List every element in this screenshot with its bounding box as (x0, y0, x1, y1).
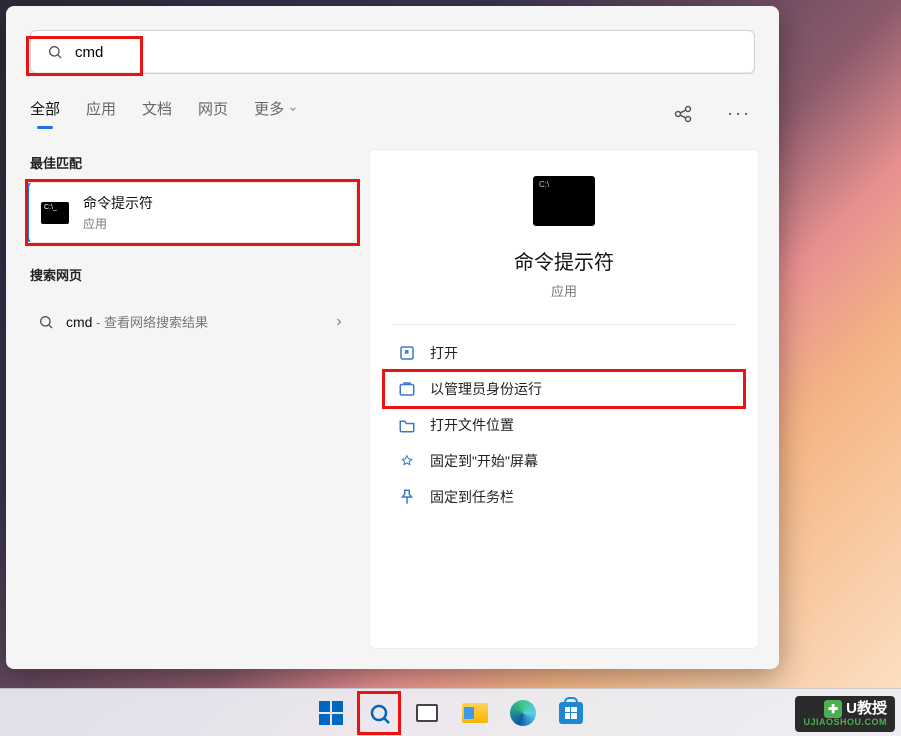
action-open[interactable]: 打开 (392, 335, 736, 371)
share-icon[interactable] (669, 100, 697, 128)
cmd-app-icon: C:\_ (41, 202, 69, 224)
pin-icon (398, 452, 416, 470)
search-icon (47, 44, 63, 60)
search-panel: 全部 应用 文档 网页 更多 ··· 最佳匹配 C:\_ 命令提示符 应用 (6, 6, 779, 669)
task-view-button[interactable] (407, 693, 447, 733)
action-admin-label: 以管理员身份运行 (430, 379, 542, 399)
action-pin-start-label: 固定到"开始"屏幕 (430, 451, 538, 471)
content-row: 最佳匹配 C:\_ 命令提示符 应用 搜索网页 cmd - 查看网络搜索结果 (6, 129, 779, 669)
taskbar (0, 688, 901, 736)
edge-icon (510, 700, 536, 726)
search-bar-container (6, 6, 779, 74)
watermark-url: UJIAOSHOU.COM (803, 718, 887, 728)
tab-web[interactable]: 网页 (198, 98, 228, 129)
chevron-right-icon (333, 316, 345, 328)
result-texts: 命令提示符 应用 (83, 193, 153, 232)
result-title: 命令提示符 (83, 193, 153, 213)
web-search-result[interactable]: cmd - 查看网络搜索结果 (26, 298, 357, 346)
preview-app-icon: C:\ (533, 176, 595, 226)
admin-icon (398, 380, 416, 398)
best-match-label: 最佳匹配 (30, 153, 357, 172)
more-options-icon[interactable]: ··· (723, 99, 755, 128)
result-subtitle: 应用 (83, 215, 153, 232)
search-icon (368, 702, 390, 724)
preview-pane: C:\ 命令提示符 应用 打开 以管理员身份运行 (369, 149, 759, 649)
action-open-location[interactable]: 打开文件位置 (392, 407, 736, 443)
tab-more[interactable]: 更多 (254, 98, 298, 129)
highlight-box-result (25, 179, 360, 246)
watermark-badge-icon: ✚ (824, 700, 842, 718)
action-pin-start[interactable]: 固定到"开始"屏幕 (392, 443, 736, 479)
action-run-as-admin[interactable]: 以管理员身份运行 (392, 371, 736, 407)
action-location-label: 打开文件位置 (430, 415, 514, 435)
action-open-label: 打开 (430, 343, 458, 363)
search-input[interactable] (75, 44, 738, 61)
search-icon (38, 314, 54, 330)
tabs-row: 全部 应用 文档 网页 更多 ··· (6, 74, 779, 129)
file-explorer-button[interactable] (455, 693, 495, 733)
action-pin-taskbar[interactable]: 固定到任务栏 (392, 479, 736, 515)
watermark-brand: U教授 (846, 701, 887, 718)
action-pin-taskbar-label: 固定到任务栏 (430, 487, 514, 507)
taskbar-search-button[interactable] (359, 693, 399, 733)
chevron-down-icon (288, 104, 298, 114)
results-column: 最佳匹配 C:\_ 命令提示符 应用 搜索网页 cmd - 查看网络搜索结果 (26, 149, 357, 649)
folder-icon (398, 416, 416, 434)
start-button[interactable] (311, 693, 351, 733)
web-query-text: cmd (66, 314, 92, 330)
preview-subtitle: 应用 (551, 281, 577, 300)
tab-apps[interactable]: 应用 (86, 98, 116, 129)
edge-button[interactable] (503, 693, 543, 733)
preview-title: 命令提示符 (514, 246, 614, 275)
store-icon (559, 702, 583, 724)
watermark: ✚ U教授 UJIAOSHOU.COM (795, 696, 895, 732)
web-hint-text: - 查看网络搜索结果 (92, 315, 208, 330)
divider (392, 324, 736, 325)
windows-logo-icon (319, 701, 343, 725)
pin-icon (398, 488, 416, 506)
best-match-result[interactable]: C:\_ 命令提示符 应用 (26, 182, 357, 243)
action-list: 打开 以管理员身份运行 打开文件位置 (392, 335, 736, 515)
file-explorer-icon (462, 703, 488, 723)
open-icon (398, 344, 416, 362)
task-view-icon (416, 704, 438, 722)
store-button[interactable] (551, 693, 591, 733)
search-bar[interactable] (30, 30, 755, 74)
tab-more-label: 更多 (254, 98, 284, 119)
web-search-label: 搜索网页 (30, 265, 357, 284)
tab-documents[interactable]: 文档 (142, 98, 172, 129)
web-result-text: cmd - 查看网络搜索结果 (66, 312, 208, 332)
tab-all[interactable]: 全部 (30, 98, 60, 129)
